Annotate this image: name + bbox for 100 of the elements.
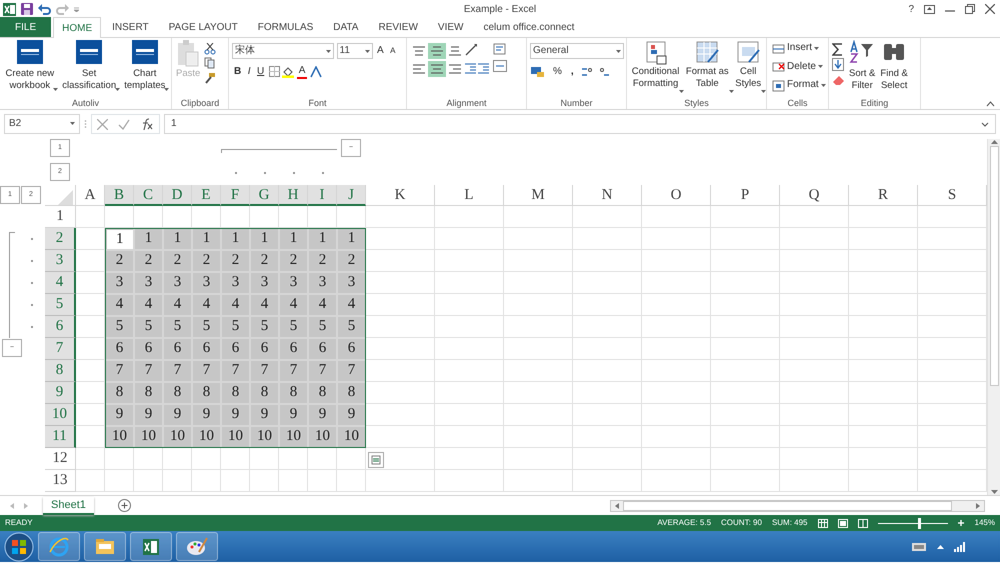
caret-icon[interactable] (818, 65, 823, 68)
merge-center-icon[interactable] (493, 60, 507, 72)
column-header[interactable]: Q (780, 185, 849, 206)
text-direction-icon[interactable] (310, 66, 322, 78)
center-button[interactable] (428, 61, 446, 77)
caret-icon[interactable] (115, 88, 120, 91)
scroll-thumb[interactable] (623, 500, 952, 510)
insert-button[interactable]: Insert (770, 40, 828, 56)
caret-icon[interactable] (164, 88, 170, 91)
formula-field[interactable]: 1 (164, 114, 996, 134)
start-icon[interactable] (4, 532, 34, 562)
conditional-formatting-button[interactable]: Conditional Formatting (630, 40, 680, 97)
currency-icon[interactable] (530, 66, 546, 78)
scroll-down-icon[interactable] (990, 490, 998, 495)
scroll-thumb[interactable] (990, 146, 998, 386)
file-tab[interactable]: FILE (0, 17, 52, 37)
zoom-slider-thumb[interactable] (918, 518, 922, 528)
ribbon-tab[interactable]: INSERT (103, 17, 158, 37)
signal-icon[interactable] (954, 542, 966, 552)
taskbar-button[interactable] (38, 532, 80, 561)
delete-button[interactable]: Delete (770, 58, 828, 74)
new-sheet-icon[interactable] (118, 499, 131, 512)
expand-icon[interactable] (981, 122, 989, 127)
fill-icon[interactable] (832, 58, 844, 71)
column-header[interactable]: M (504, 185, 573, 206)
indent-icon[interactable] (464, 61, 490, 75)
borders-icon[interactable] (268, 66, 280, 77)
row-header[interactable]: 3 (45, 250, 76, 272)
normal-view-icon[interactable] (818, 518, 828, 528)
page-layout-icon[interactable] (838, 518, 848, 528)
taskbar-button[interactable] (84, 532, 126, 561)
percent-button[interactable]: % (551, 64, 564, 80)
font-name-field[interactable]: 宋体 (232, 42, 334, 58)
column-header[interactable]: S (918, 185, 987, 206)
save-icon[interactable] (20, 3, 32, 15)
ribbon-button[interactable]: Create new workbook (4, 40, 56, 97)
network-icon[interactable] (911, 540, 927, 552)
ribbon-display-icon[interactable] (924, 4, 935, 14)
font-color-button[interactable]: A (296, 64, 308, 79)
row-header[interactable]: 11 (45, 426, 76, 448)
row-header[interactable]: 5 (45, 294, 76, 316)
caret-icon[interactable] (728, 90, 734, 93)
column-header[interactable]: L (435, 185, 504, 206)
collapse-ribbon-icon[interactable] (986, 100, 995, 106)
column-header[interactable]: O (642, 185, 711, 206)
page-break-icon[interactable] (858, 518, 868, 528)
caret-icon[interactable] (616, 50, 621, 52)
scroll-right-icon[interactable] (976, 502, 980, 508)
caret-icon[interactable] (364, 50, 370, 52)
caret-icon[interactable] (326, 50, 331, 52)
close-icon[interactable] (985, 4, 995, 14)
customize-icon[interactable] (74, 6, 78, 12)
scissors-icon[interactable] (204, 42, 216, 54)
shrink-font-button[interactable]: A (388, 42, 398, 58)
ribbon-tab[interactable]: FORMULAS (248, 17, 322, 37)
restore-icon[interactable] (965, 4, 975, 14)
name-box[interactable]: B2 (4, 114, 80, 134)
zoom-in-button[interactable]: + (958, 514, 965, 532)
row-header[interactable]: 8 (45, 360, 76, 382)
column-header[interactable]: J (337, 185, 366, 206)
tray-expand-icon[interactable] (937, 544, 944, 548)
column-header[interactable]: K (366, 185, 435, 206)
ribbon-tab[interactable]: celum office.connect (474, 17, 584, 37)
quick-analysis-icon[interactable] (368, 452, 384, 468)
sum-icon[interactable] (832, 42, 844, 56)
orientation-icon[interactable] (464, 42, 480, 56)
column-header[interactable]: D (163, 185, 192, 206)
taskbar-button[interactable] (176, 532, 218, 561)
comma-button[interactable]: , (568, 64, 576, 80)
column-header[interactable]: I (308, 185, 337, 206)
column-header[interactable]: N (573, 185, 642, 206)
ribbon-tab[interactable]: REVIEW (369, 17, 427, 37)
column-header[interactable]: E (192, 185, 221, 206)
row-header[interactable]: 2 (45, 228, 76, 250)
number-format-field[interactable]: General (530, 42, 624, 58)
bold-button[interactable]: B (232, 64, 244, 80)
row-header[interactable]: 6 (45, 316, 76, 338)
excel-logo-icon[interactable] (2, 2, 16, 16)
column-header[interactable]: G (250, 185, 279, 206)
column-header[interactable]: A (76, 185, 105, 206)
column-header[interactable]: F (221, 185, 250, 206)
scroll-left-icon[interactable] (615, 502, 619, 508)
italic-button[interactable]: I (246, 64, 253, 80)
cell-styles-button[interactable]: Cell Styles (734, 40, 762, 97)
ribbon-tab[interactable]: DATA (324, 17, 368, 37)
sort-filter-button[interactable]: Sort & Filter (848, 40, 876, 97)
underline-button[interactable]: U (255, 64, 266, 80)
ribbon-tab[interactable]: VIEW (428, 17, 472, 37)
column-header[interactable]: B (105, 185, 134, 206)
taskbar-button[interactable] (130, 532, 172, 561)
insert-function-icon[interactable] (140, 118, 154, 130)
format-button[interactable]: Format (770, 77, 828, 93)
help-button[interactable]: ? (908, 2, 914, 16)
format-painter-icon[interactable] (204, 72, 216, 84)
ribbon-button[interactable]: Set classification (61, 40, 118, 97)
row-header[interactable]: 4 (45, 272, 76, 294)
caret-icon[interactable] (53, 88, 58, 91)
row-header[interactable]: 7 (45, 338, 76, 360)
decrease-decimal-icon[interactable] (598, 66, 610, 78)
row-header[interactable]: 12 (45, 448, 76, 470)
